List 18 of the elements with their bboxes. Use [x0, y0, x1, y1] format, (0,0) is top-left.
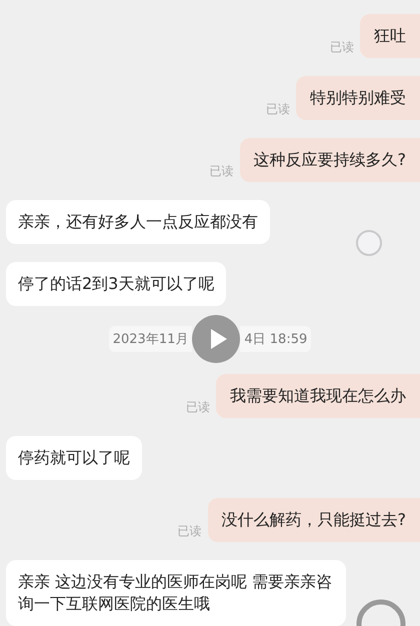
timestamp: 2023年11月: [108, 326, 192, 352]
timestamp: 4日 18:59: [240, 326, 312, 352]
read-receipt: 已读: [266, 101, 290, 118]
read-receipt: 已读: [186, 399, 210, 416]
circle-icon[interactable]: [355, 229, 383, 257]
received-message: 停了的话2到3天就可以了呢: [6, 262, 226, 306]
play-icon[interactable]: [192, 315, 240, 363]
read-receipt: 已读: [178, 523, 202, 540]
sent-message: 没什么解药，只能挺过去?: [208, 498, 420, 542]
read-receipt: 已读: [330, 39, 354, 56]
read-receipt: 已读: [210, 163, 234, 180]
sent-message: 这种反应要持续多久?: [240, 138, 420, 182]
sent-message: 狂吐: [360, 14, 420, 58]
sent-message: 特别特别难受: [296, 76, 420, 120]
sent-message: 我需要知道我现在怎么办: [216, 374, 420, 418]
received-message: 亲亲 这边没有专业的医师在岗呢 需要亲亲咨询一下互联网医院的医生哦: [6, 560, 346, 626]
received-message: 停药就可以了呢: [6, 436, 142, 480]
received-message: 亲亲，还有好多人一点反应都没有: [6, 200, 270, 244]
